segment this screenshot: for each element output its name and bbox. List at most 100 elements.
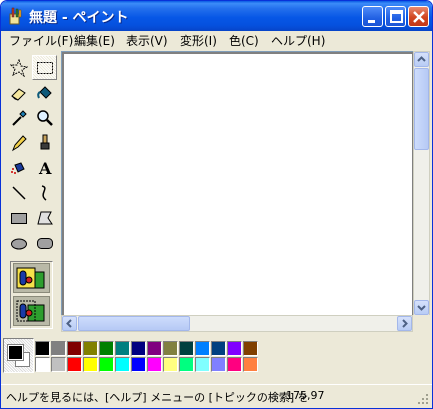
maximize-icon xyxy=(390,10,403,23)
text-tool[interactable]: A xyxy=(32,155,57,180)
canvas-area xyxy=(61,51,414,332)
paint-window: 無題 - ペイント ファイル(F) 編集(E) 表示(V) 変形(I) 色(C)… xyxy=(0,0,433,409)
palette-swatch[interactable] xyxy=(243,357,258,372)
palette-swatch[interactable] xyxy=(67,341,82,356)
pencil-tool[interactable] xyxy=(6,130,31,155)
free-form-select-tool[interactable] xyxy=(6,55,31,80)
airbrush-tool[interactable] xyxy=(6,155,31,180)
fill-bucket-icon xyxy=(37,86,52,99)
svg-text:A: A xyxy=(38,159,52,177)
palette-swatch[interactable] xyxy=(99,357,114,372)
rectangle-select-tool[interactable] xyxy=(32,55,57,80)
palette-swatch[interactable] xyxy=(131,341,146,356)
menu-colors[interactable]: 色(C) xyxy=(229,32,259,49)
menu-help[interactable]: ヘルプ(H) xyxy=(271,32,325,49)
palette-swatch[interactable] xyxy=(83,357,98,372)
polygon-tool[interactable] xyxy=(32,205,57,230)
palette-swatch[interactable] xyxy=(227,357,242,372)
palette-swatch[interactable] xyxy=(51,357,66,372)
maximize-button[interactable] xyxy=(385,6,406,27)
brush-tool[interactable] xyxy=(32,130,57,155)
window-title: 無題 - ペイント xyxy=(29,10,129,26)
palette-swatch[interactable] xyxy=(35,341,50,356)
vertical-scroll-thumb[interactable] xyxy=(414,68,429,150)
drawing-canvas[interactable] xyxy=(64,54,412,315)
polygon-icon xyxy=(37,211,53,225)
magnifier-tool[interactable] xyxy=(32,105,57,130)
scroll-down-button[interactable] xyxy=(414,300,429,315)
menu-view[interactable]: 表示(V) xyxy=(126,32,168,49)
paint-app-icon[interactable] xyxy=(7,7,25,25)
rounded-rectangle-icon xyxy=(37,238,53,249)
rounded-rectangle-tool[interactable] xyxy=(32,230,57,255)
free-form-select-icon xyxy=(10,59,28,77)
ellipse-tool[interactable] xyxy=(6,230,31,255)
palette-swatch[interactable] xyxy=(163,341,178,356)
menu-file[interactable]: ファイル(F) xyxy=(9,32,73,49)
palette-swatch[interactable] xyxy=(227,341,242,356)
status-hint: ヘルプを見るには、[ヘルプ] メニューの [トピックの検索] を xyxy=(6,391,309,404)
text-icon: A xyxy=(38,159,52,177)
line-tool[interactable] xyxy=(6,180,31,205)
tool-options-panel xyxy=(10,261,53,329)
close-icon xyxy=(413,11,425,23)
tool-box: A xyxy=(1,51,61,331)
palette-swatch[interactable] xyxy=(243,341,258,356)
rectangle-select-icon xyxy=(37,62,53,74)
minimize-button[interactable] xyxy=(362,6,383,27)
scroll-left-button[interactable] xyxy=(62,316,77,331)
palette-swatch[interactable] xyxy=(83,341,98,356)
palette-swatch[interactable] xyxy=(147,357,162,372)
curve-tool[interactable] xyxy=(32,180,57,205)
palette-swatch[interactable] xyxy=(51,341,66,356)
rectangle-tool[interactable] xyxy=(6,205,31,230)
scroll-up-button[interactable] xyxy=(414,52,429,67)
scroll-corner xyxy=(413,315,430,332)
current-colors[interactable] xyxy=(3,338,34,373)
palette-swatch[interactable] xyxy=(179,357,194,372)
vertical-scrollbar[interactable] xyxy=(413,51,430,316)
opaque-selection-option[interactable] xyxy=(13,263,50,293)
eraser-tool[interactable] xyxy=(6,80,31,105)
palette-swatch[interactable] xyxy=(99,341,114,356)
palette-swatch[interactable] xyxy=(115,357,130,372)
palette-swatch[interactable] xyxy=(179,341,194,356)
title-bar[interactable]: 無題 - ペイント xyxy=(1,1,432,31)
magnifier-icon xyxy=(37,110,53,126)
fill-bucket-tool[interactable] xyxy=(32,80,57,105)
opaque-selection-icon xyxy=(16,267,45,289)
menu-edit[interactable]: 編集(E) xyxy=(74,32,115,49)
resize-grip-icon[interactable] xyxy=(417,393,429,405)
eraser-icon xyxy=(11,88,26,101)
status-bar: ヘルプを見るには、[ヘルプ] メニューの [トピックの検索] を 175,97 xyxy=(1,384,432,408)
palette-swatch[interactable] xyxy=(163,357,178,372)
chevron-left-icon xyxy=(66,319,72,328)
pick-color-tool[interactable] xyxy=(6,105,31,130)
palette-swatch[interactable] xyxy=(195,341,210,356)
chevron-down-icon xyxy=(417,305,426,311)
palette-swatch[interactable] xyxy=(211,357,226,372)
line-icon xyxy=(12,186,26,200)
menu-image[interactable]: 変形(I) xyxy=(180,32,217,49)
chevron-up-icon xyxy=(417,56,426,62)
transparent-selection-option[interactable] xyxy=(13,296,50,326)
brush-icon xyxy=(40,134,50,150)
close-button[interactable] xyxy=(408,6,429,27)
airbrush-icon xyxy=(11,162,25,174)
palette-swatch[interactable] xyxy=(35,357,50,372)
palette-swatch[interactable] xyxy=(67,357,82,372)
horizontal-scroll-thumb[interactable] xyxy=(78,316,190,331)
palette-swatch[interactable] xyxy=(115,341,130,356)
menu-bar: ファイル(F) 編集(E) 表示(V) 変形(I) 色(C) ヘルプ(H) xyxy=(1,31,432,49)
palette-swatch[interactable] xyxy=(131,357,146,372)
status-coordinates: 175,97 xyxy=(286,389,325,402)
scroll-right-button[interactable] xyxy=(397,316,412,331)
curve-icon xyxy=(41,185,47,201)
horizontal-scrollbar[interactable] xyxy=(61,315,413,332)
chevron-right-icon xyxy=(402,319,408,328)
transparent-selection-icon xyxy=(16,300,45,322)
color-palette xyxy=(1,333,432,381)
palette-swatch[interactable] xyxy=(211,341,226,356)
palette-swatch[interactable] xyxy=(195,357,210,372)
palette-swatch[interactable] xyxy=(147,341,162,356)
